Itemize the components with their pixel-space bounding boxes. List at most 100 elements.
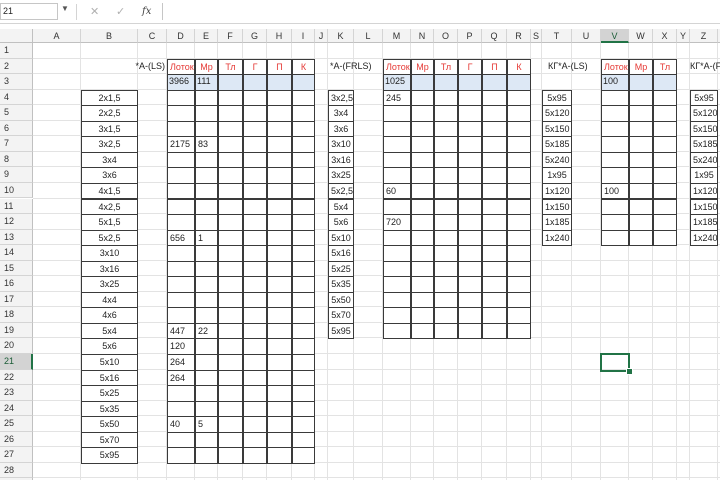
- row-header-13[interactable]: 13: [0, 229, 33, 246]
- ls-value-cell[interactable]: [267, 416, 292, 433]
- ls-value-cell[interactable]: [243, 167, 267, 184]
- frls-value-cell[interactable]: [507, 105, 531, 122]
- ls-cable-label[interactable]: 3х25: [81, 276, 138, 293]
- frls-value-cell[interactable]: [434, 182, 458, 200]
- kg-ls-value-cell[interactable]: [653, 120, 677, 138]
- ls-cable-label[interactable]: 5х2,5: [81, 229, 138, 247]
- kg-ls-value-cell[interactable]: [601, 198, 629, 216]
- ls-value-cell[interactable]: [292, 198, 315, 216]
- frls-value-cell[interactable]: [458, 198, 482, 216]
- frls-value-cell[interactable]: [458, 260, 482, 278]
- kg-ls-cable-label[interactable]: 5х240: [542, 151, 572, 169]
- frls-value-cell[interactable]: [482, 167, 507, 184]
- ls-value-cell[interactable]: [218, 198, 243, 216]
- ls-value-cell[interactable]: [292, 151, 315, 169]
- row-header-5[interactable]: 5: [0, 105, 33, 121]
- ls-value-cell[interactable]: [195, 120, 218, 138]
- frls-value-cell[interactable]: 60: [383, 182, 411, 200]
- ls-value-cell[interactable]: [292, 338, 315, 355]
- kg-frls-cable-label[interactable]: 5х95: [690, 89, 718, 107]
- ls-cable-label[interactable]: 3х1,5: [81, 120, 138, 138]
- frls-value-cell[interactable]: [458, 167, 482, 184]
- ls-cable-label[interactable]: 5х50: [81, 416, 138, 433]
- kg-ls-cable-label[interactable]: 1х240: [542, 229, 572, 247]
- frls-value-cell[interactable]: [411, 245, 434, 262]
- ls-total-value[interactable]: 3966: [167, 74, 195, 90]
- ls-value-cell[interactable]: [292, 291, 315, 309]
- frls-value-cell[interactable]: [411, 260, 434, 278]
- kg-ls-value-cell[interactable]: 100: [601, 182, 629, 200]
- frls-value-cell[interactable]: [411, 167, 434, 184]
- kg-ls-value-cell[interactable]: [629, 214, 653, 231]
- ls-value-cell[interactable]: [243, 447, 267, 464]
- ls-value-cell[interactable]: [218, 369, 243, 387]
- frls-value-cell[interactable]: [482, 291, 507, 309]
- ls-header-6[interactable]: К: [292, 58, 315, 76]
- ls-value-cell[interactable]: [243, 307, 267, 324]
- kg-ls-value-cell[interactable]: [601, 120, 629, 138]
- frls-value-cell[interactable]: [482, 307, 507, 324]
- ls-total-cell[interactable]: [243, 74, 267, 91]
- kg-ls-value-cell[interactable]: [601, 167, 629, 184]
- ls-value-cell[interactable]: [195, 260, 218, 278]
- frls-value-cell[interactable]: [383, 136, 411, 153]
- frls-value-cell[interactable]: [383, 245, 411, 262]
- frls-value-cell[interactable]: [434, 322, 458, 340]
- frls-value-cell[interactable]: [434, 198, 458, 216]
- frls-value-cell[interactable]: [458, 120, 482, 138]
- row-header-22[interactable]: 22: [0, 369, 33, 386]
- row-header-27[interactable]: 27: [0, 447, 33, 463]
- ls-value-cell[interactable]: [243, 416, 267, 433]
- ls-value-cell[interactable]: [267, 120, 292, 138]
- ls-header-1[interactable]: Лоток: [167, 58, 195, 76]
- ls-value-cell[interactable]: [195, 307, 218, 324]
- row-header-14[interactable]: 14: [0, 245, 33, 261]
- frls-value-cell[interactable]: [411, 105, 434, 122]
- frls-value-cell[interactable]: [507, 276, 531, 293]
- column-header-v[interactable]: V: [601, 29, 629, 43]
- ls-total-cell[interactable]: [218, 74, 243, 91]
- frls-value-cell[interactable]: [434, 229, 458, 247]
- kg-ls-value-cell[interactable]: [629, 182, 653, 200]
- formula-input[interactable]: [162, 3, 720, 20]
- ls-value-cell[interactable]: [267, 276, 292, 293]
- ls-value-cell[interactable]: [167, 89, 195, 107]
- frls-value-cell[interactable]: [458, 291, 482, 309]
- column-header-y[interactable]: Y: [677, 29, 690, 43]
- ls-cable-label[interactable]: 4х6: [81, 307, 138, 324]
- ls-value-cell[interactable]: [167, 105, 195, 122]
- ls-value-cell[interactable]: [267, 245, 292, 262]
- frls-value-cell[interactable]: [507, 260, 531, 278]
- column-header-f[interactable]: F: [218, 29, 243, 43]
- ls-value-cell[interactable]: [267, 369, 292, 387]
- kg-ls-value-cell[interactable]: [629, 151, 653, 169]
- ls-value-cell[interactable]: [243, 431, 267, 449]
- kg-frls-cable-label[interactable]: 1х120: [690, 182, 718, 200]
- kg-ls-total-value[interactable]: 100: [601, 74, 629, 90]
- ls-value-cell[interactable]: [218, 416, 243, 433]
- ls-value-cell[interactable]: [167, 276, 195, 293]
- ls-value-cell[interactable]: [195, 431, 218, 449]
- ls-value-cell[interactable]: [292, 276, 315, 293]
- row-header-17[interactable]: 17: [0, 291, 33, 308]
- ls-value-cell[interactable]: [267, 260, 292, 278]
- ls-value-cell[interactable]: [195, 385, 218, 402]
- column-header-g[interactable]: G: [243, 29, 267, 43]
- frls-value-cell[interactable]: [411, 291, 434, 309]
- frls-value-cell[interactable]: [434, 291, 458, 309]
- ls-value-cell[interactable]: [167, 431, 195, 449]
- kg-ls-header-2[interactable]: Мр: [629, 58, 653, 76]
- column-header-q[interactable]: Q: [482, 29, 507, 43]
- frls-value-cell[interactable]: [482, 120, 507, 138]
- spreadsheet-grid[interactable]: ABCDEFGHIJKLMNOPQRSTUVWXYZAA123456789101…: [0, 29, 720, 480]
- frls-value-cell[interactable]: [458, 229, 482, 247]
- frls-total-cell[interactable]: [458, 74, 482, 91]
- frls-value-cell[interactable]: [458, 136, 482, 153]
- ls-value-cell[interactable]: [243, 245, 267, 262]
- ls-cable-label[interactable]: 3х6: [81, 167, 138, 184]
- frls-cable-label[interactable]: 5х6: [328, 214, 354, 231]
- frls-header-5[interactable]: П: [482, 58, 507, 76]
- ls-value-cell[interactable]: [267, 105, 292, 122]
- ls-value-cell[interactable]: [218, 338, 243, 355]
- ls-value-cell[interactable]: [218, 120, 243, 138]
